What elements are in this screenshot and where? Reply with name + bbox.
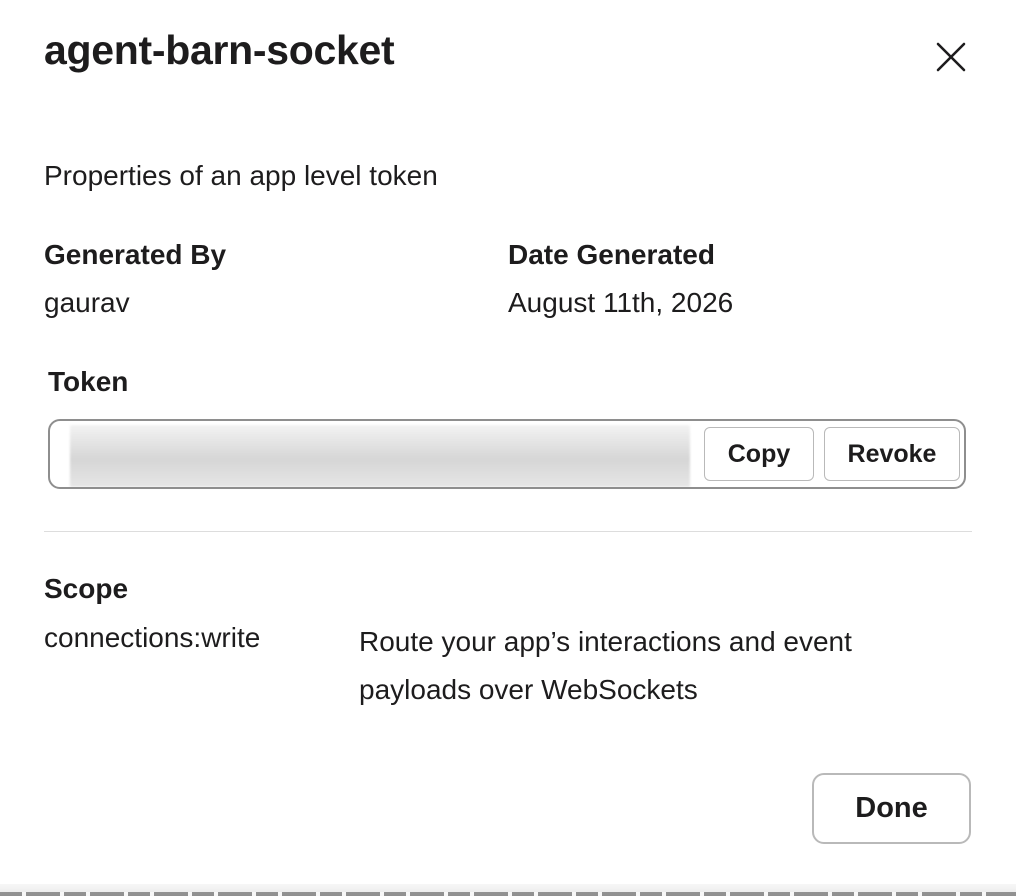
scope-name: connections:write: [44, 622, 261, 653]
scope-description: Route your app’s interactions and event …: [359, 626, 852, 705]
generated-by-value: gaurav: [44, 287, 130, 318]
date-generated-label: Date Generated: [508, 239, 715, 270]
revoke-button[interactable]: Revoke: [824, 427, 960, 481]
scope-label: Scope: [44, 573, 129, 604]
section-divider: [44, 531, 972, 532]
generated-by-label: Generated By: [44, 239, 227, 270]
done-button[interactable]: Done: [812, 773, 971, 844]
date-generated-value: August 11th, 2026: [508, 287, 734, 318]
token-value-redacted: [70, 425, 690, 487]
token-field: Copy Revoke: [48, 419, 966, 489]
close-icon: [936, 42, 966, 72]
close-button[interactable]: [928, 34, 974, 80]
modal-title: agent-barn-socket: [44, 27, 395, 73]
copy-button[interactable]: Copy: [704, 427, 814, 481]
token-properties-modal: agent-barn-socket Properties of an app l…: [0, 0, 1016, 896]
background-page-edge: [0, 884, 1016, 896]
token-label: Token: [48, 366, 129, 397]
modal-subtitle: Properties of an app level token: [44, 160, 438, 191]
